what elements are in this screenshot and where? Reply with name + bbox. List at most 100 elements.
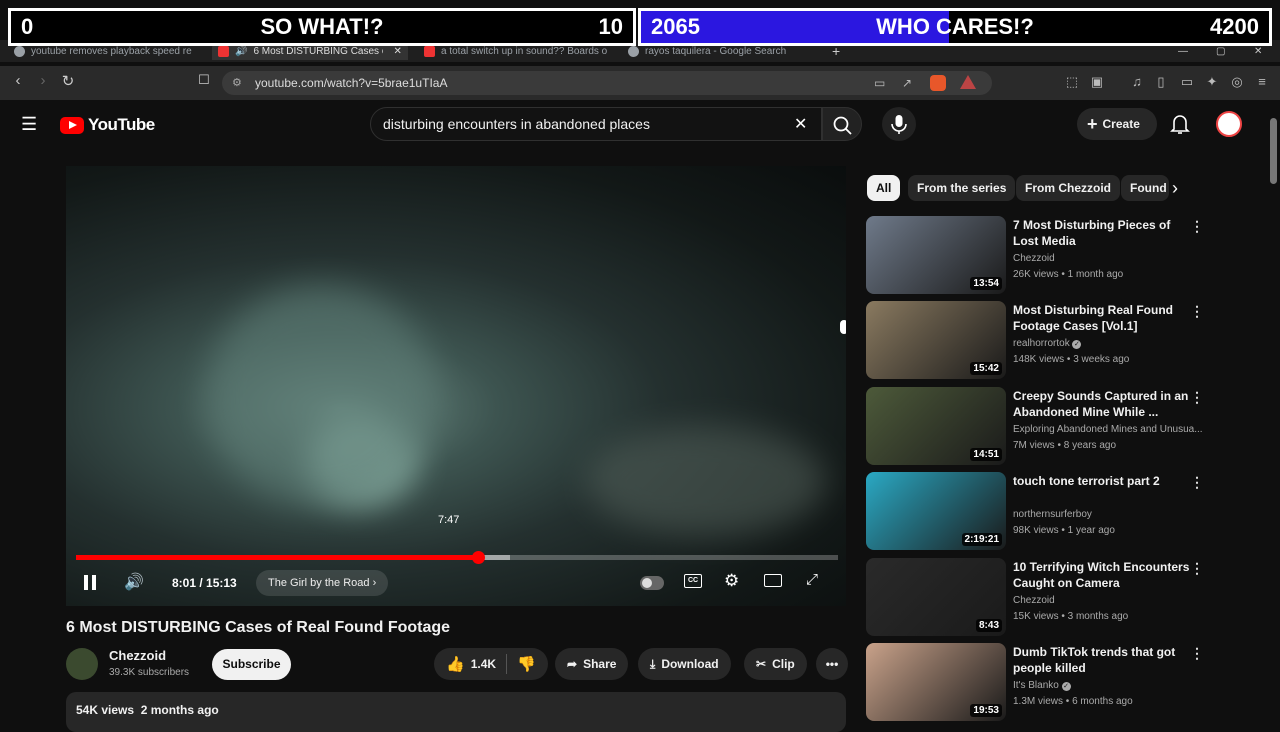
brave-shield-icon[interactable] bbox=[930, 75, 946, 91]
back-icon[interactable]: ‹ bbox=[8, 72, 28, 89]
recommended-title[interactable]: touch tone terrorist part 2 bbox=[1013, 473, 1193, 489]
recommended-title[interactable]: Creepy Sounds Captured in an Abandoned M… bbox=[1013, 388, 1193, 420]
fullscreen-icon[interactable]: ⤢ bbox=[806, 571, 818, 588]
recommended-video[interactable]: 2:19:21 touch tone terrorist part 2 northe… bbox=[866, 472, 1206, 552]
download-button[interactable]: ⤓ Download bbox=[638, 648, 731, 680]
recommended-title[interactable]: Most Disturbing Real Found Footage Cases… bbox=[1013, 302, 1193, 334]
reload-icon[interactable]: ↻ bbox=[58, 72, 78, 90]
hamburger-menu-icon[interactable]: ☰ bbox=[21, 114, 37, 135]
more-vert-icon[interactable]: ⋮ bbox=[1190, 645, 1204, 662]
subscribe-button[interactable]: Subscribe bbox=[212, 649, 291, 680]
captions-icon[interactable]: CC bbox=[684, 574, 702, 588]
more-vert-icon[interactable]: ⋮ bbox=[1190, 389, 1204, 406]
share-page-icon[interactable]: ↗ bbox=[902, 71, 912, 95]
video-thumbnail[interactable]: 19:53 bbox=[866, 643, 1006, 721]
leo-ai-icon[interactable]: ✦ bbox=[1204, 74, 1220, 90]
video-thumbnail[interactable]: 14:51 bbox=[866, 387, 1006, 465]
recommended-video[interactable]: 13:54 7 Most Disturbing Pieces of Lost Me… bbox=[866, 216, 1206, 296]
video-player[interactable]: 7:47 bbox=[66, 166, 846, 606]
progress-played bbox=[76, 555, 478, 560]
recommended-meta: 148K views • 3 weeks ago bbox=[1013, 354, 1130, 365]
like-count[interactable]: 1.4K bbox=[471, 657, 496, 671]
search-button[interactable] bbox=[822, 107, 862, 141]
recommended-title[interactable]: Dumb TikTok trends that got people kille… bbox=[1013, 644, 1193, 676]
recommended-channel[interactable]: northernsurferboy bbox=[1013, 509, 1203, 520]
thumbs-up-icon[interactable]: 👍 bbox=[446, 655, 465, 673]
bell-icon bbox=[1170, 115, 1190, 134]
recommended-video[interactable]: 14:51 Creepy Sounds Captured in an Abando… bbox=[866, 387, 1206, 467]
right-value: 4200 bbox=[1210, 14, 1259, 39]
site-info-icon[interactable]: ⚙ bbox=[232, 71, 242, 95]
recommended-title[interactable]: 7 Most Disturbing Pieces of Lost Media bbox=[1013, 217, 1193, 249]
voice-search-button[interactable] bbox=[882, 107, 916, 141]
recommended-channel[interactable]: Chezzoid bbox=[1013, 253, 1203, 264]
recommended-video[interactable]: 15:42 Most Disturbing Real Found Footage … bbox=[866, 301, 1206, 381]
chip-found[interactable]: Found bbox=[1121, 175, 1169, 201]
autoplay-toggle[interactable] bbox=[640, 576, 664, 590]
chevron-right-icon: › bbox=[372, 577, 377, 589]
recommended-title[interactable]: 10 Terrifying Witch Encounters Caught on… bbox=[1013, 559, 1193, 591]
theater-mode-icon[interactable] bbox=[764, 574, 782, 587]
search-input[interactable]: disturbing encounters in abandoned place… bbox=[370, 107, 822, 141]
wallet-icon[interactable]: ▭ bbox=[1179, 74, 1195, 90]
recommended-channel[interactable]: It's Blanko ✓ bbox=[1013, 680, 1203, 691]
screenshot-icon[interactable]: ▣ bbox=[1089, 74, 1105, 90]
menu-icon[interactable]: ≡ bbox=[1254, 74, 1270, 90]
more-vert-icon[interactable]: ⋮ bbox=[1190, 218, 1204, 235]
recommended-channel[interactable]: Chezzoid bbox=[1013, 595, 1203, 606]
video-thumbnail[interactable]: 15:42 bbox=[866, 301, 1006, 379]
score-bar-left: 0 SO WHAT!? 10 bbox=[8, 8, 636, 46]
more-actions-button[interactable]: ••• bbox=[816, 648, 848, 680]
avatar[interactable] bbox=[1216, 111, 1242, 137]
settings-gear-icon[interactable]: ⚙ bbox=[724, 571, 739, 591]
thumbs-down-icon[interactable]: 👎 bbox=[517, 655, 536, 673]
extensions-icon[interactable]: ⬚ bbox=[1064, 74, 1080, 90]
forward-icon[interactable]: › bbox=[33, 72, 53, 89]
chapter-button[interactable]: The Girl by the Road › bbox=[256, 570, 389, 596]
chip-from-chezzoid[interactable]: From Chezzoid bbox=[1016, 175, 1120, 201]
progress-scrubber[interactable] bbox=[471, 551, 485, 564]
duration-badge: 8:43 bbox=[975, 619, 1002, 632]
brave-rewards-icon[interactable] bbox=[960, 75, 976, 89]
recommended-video[interactable]: 19:53 Dumb TikTok trends that got people … bbox=[866, 643, 1206, 723]
page-scrollbar[interactable] bbox=[1270, 118, 1277, 184]
more-vert-icon[interactable]: ⋮ bbox=[1190, 474, 1204, 491]
channel-name: northernsurferboy bbox=[1013, 509, 1092, 520]
cast-icon[interactable]: ▭ bbox=[874, 71, 885, 95]
vpn-icon[interactable]: ◎ bbox=[1229, 74, 1245, 90]
clear-search-icon[interactable]: ✕ bbox=[794, 114, 807, 134]
url-text: youtube.com/watch?v=5brae1uTIaA bbox=[255, 76, 448, 90]
create-button[interactable]: + Create bbox=[1077, 108, 1157, 140]
volume-icon[interactable]: 🔊 bbox=[124, 572, 144, 592]
recommended-channel[interactable]: realhorrortok ✓ bbox=[1013, 338, 1203, 349]
recommended-channel[interactable]: Exploring Abandoned Mines and Unusua... bbox=[1013, 424, 1203, 435]
sidebar-icon[interactable]: ▯ bbox=[1153, 74, 1169, 90]
channel-avatar[interactable] bbox=[66, 648, 98, 680]
url-bar[interactable]: ⚙ youtube.com/watch?v=5brae1uTIaA ▭ ↗ bbox=[222, 71, 992, 95]
video-thumbnail[interactable]: 2:19:21 bbox=[866, 472, 1006, 550]
chip-all[interactable]: All bbox=[867, 175, 901, 201]
recommended-video[interactable]: 8:43 10 Terrifying Witch Encounters Caugh… bbox=[866, 558, 1206, 638]
video-thumbnail[interactable]: 8:43 bbox=[866, 558, 1006, 636]
plus-icon: + bbox=[1087, 114, 1098, 134]
download-icon: ⤓ bbox=[650, 656, 656, 671]
description-box[interactable]: 54K views 2 months ago bbox=[66, 692, 846, 732]
recommended-meta: 15K views • 3 months ago bbox=[1013, 611, 1129, 622]
view-count: 15K views bbox=[1013, 611, 1059, 622]
pause-button[interactable] bbox=[84, 575, 96, 590]
clip-button[interactable]: ✂ Clip bbox=[744, 648, 807, 680]
share-button[interactable]: ➦ Share bbox=[555, 648, 629, 680]
video-thumbnail[interactable]: 13:54 bbox=[866, 216, 1006, 294]
chip-from-the-series[interactable]: From the series bbox=[908, 175, 1016, 201]
progress-bar[interactable] bbox=[76, 551, 838, 564]
youtube-logo[interactable]: YouTube bbox=[60, 115, 155, 135]
chapter-label: The Girl by the Road bbox=[268, 577, 370, 589]
music-icon[interactable]: ♫ bbox=[1129, 74, 1145, 90]
notifications-button[interactable] bbox=[1170, 113, 1190, 140]
channel-name[interactable]: Chezzoid bbox=[109, 648, 166, 663]
more-vert-icon[interactable]: ⋮ bbox=[1190, 560, 1204, 577]
bookmark-icon[interactable]: ☐ bbox=[194, 72, 214, 88]
chevron-right-icon[interactable]: › bbox=[1172, 178, 1178, 199]
verified-icon: ✓ bbox=[1072, 340, 1082, 349]
more-vert-icon[interactable]: ⋮ bbox=[1190, 303, 1204, 320]
